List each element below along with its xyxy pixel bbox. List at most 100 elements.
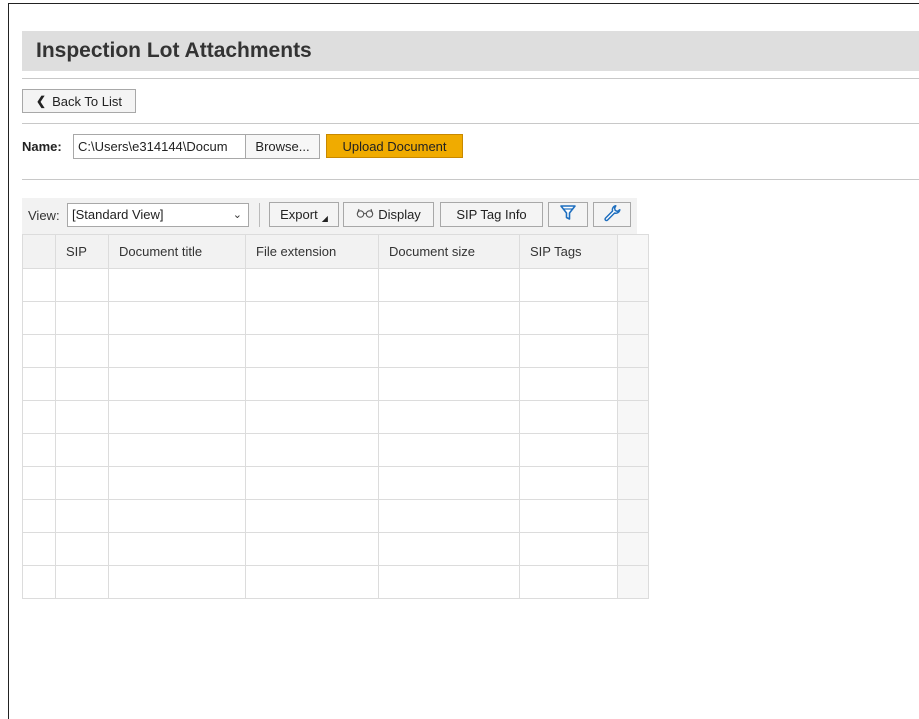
table-cell[interactable] <box>519 301 618 335</box>
table-cell[interactable] <box>55 268 109 302</box>
menu-arrow-icon: ◢ <box>321 214 328 223</box>
column-header-sip-tags[interactable]: SIP Tags <box>519 234 618 269</box>
table-row[interactable] <box>22 466 649 500</box>
table-row[interactable] <box>22 499 649 533</box>
export-button[interactable]: Export ◢ <box>269 202 339 227</box>
table-cell[interactable] <box>245 532 379 566</box>
table-cell[interactable] <box>55 532 109 566</box>
table-cell[interactable] <box>108 565 246 599</box>
table-cell[interactable] <box>55 466 109 500</box>
table-row[interactable] <box>22 532 649 566</box>
table-cell[interactable] <box>519 499 618 533</box>
view-select-value: [Standard View] <box>72 207 164 222</box>
table-cell[interactable] <box>55 499 109 533</box>
row-selector[interactable] <box>22 301 56 335</box>
row-selector[interactable] <box>22 466 56 500</box>
table-cell[interactable] <box>519 268 618 302</box>
table-cell[interactable] <box>245 499 379 533</box>
table-cell[interactable] <box>108 466 246 500</box>
table-cell[interactable] <box>245 565 379 599</box>
view-select[interactable]: [Standard View] ⌄ <box>67 203 249 227</box>
table-row[interactable] <box>22 334 649 368</box>
table-body <box>22 268 649 599</box>
table-row[interactable] <box>22 433 649 467</box>
table-cell[interactable] <box>108 433 246 467</box>
table-cell[interactable] <box>245 268 379 302</box>
page-title: Inspection Lot Attachments <box>36 39 312 62</box>
chevron-down-icon: ⌄ <box>232 209 242 221</box>
display-button[interactable]: Display <box>343 202 434 227</box>
table-row[interactable] <box>22 268 649 302</box>
table-cell[interactable] <box>519 565 618 599</box>
table-cell[interactable] <box>108 400 246 434</box>
row-selector[interactable] <box>22 433 56 467</box>
column-header-document-title[interactable]: Document title <box>108 234 246 269</box>
table-cell[interactable] <box>108 532 246 566</box>
table-cell[interactable] <box>519 400 618 434</box>
table-cell[interactable] <box>378 532 520 566</box>
table-cell[interactable] <box>245 466 379 500</box>
table-cell[interactable] <box>378 499 520 533</box>
sip-tag-info-button[interactable]: SIP Tag Info <box>440 202 543 227</box>
table-cell[interactable] <box>55 565 109 599</box>
table-cell[interactable] <box>378 433 520 467</box>
column-header-file-extension[interactable]: File extension <box>245 234 379 269</box>
table-cell[interactable] <box>108 268 246 302</box>
table-cell[interactable] <box>378 268 520 302</box>
column-header-document-size[interactable]: Document size <box>378 234 520 269</box>
table-cell[interactable] <box>108 334 246 368</box>
settings-button[interactable] <box>593 202 631 227</box>
attachments-table: SIP Document title File extension Docume… <box>22 234 649 599</box>
table-cell[interactable] <box>245 400 379 434</box>
table-cell[interactable] <box>378 334 520 368</box>
table-cell[interactable] <box>55 301 109 335</box>
table-cell[interactable] <box>519 433 618 467</box>
table-cell[interactable] <box>55 433 109 467</box>
table-filler-cell <box>617 466 649 500</box>
table-header-row: SIP Document title File extension Docume… <box>22 234 649 269</box>
file-path-input[interactable]: C:\Users\e314144\Docum <box>73 134 246 159</box>
table-cell[interactable] <box>55 367 109 401</box>
row-selector[interactable] <box>22 268 56 302</box>
table-cell[interactable] <box>108 499 246 533</box>
table-cell[interactable] <box>55 400 109 434</box>
table-cell[interactable] <box>245 301 379 335</box>
chevron-left-icon: ❮ <box>36 94 47 108</box>
back-to-list-label: Back To List <box>52 93 122 109</box>
table-cell[interactable] <box>519 334 618 368</box>
table-cell[interactable] <box>378 367 520 401</box>
table-row[interactable] <box>22 301 649 335</box>
table-cell[interactable] <box>519 367 618 401</box>
browse-button[interactable]: Browse... <box>245 134 320 159</box>
table-filler-column <box>617 234 649 269</box>
table-cell[interactable] <box>378 301 520 335</box>
table-cell[interactable] <box>519 532 618 566</box>
row-selector-header[interactable] <box>22 234 56 269</box>
name-label: Name: <box>22 139 62 154</box>
table-cell[interactable] <box>519 466 618 500</box>
row-selector[interactable] <box>22 400 56 434</box>
table-cell[interactable] <box>108 367 246 401</box>
row-selector[interactable] <box>22 367 56 401</box>
table-cell[interactable] <box>378 400 520 434</box>
table-row[interactable] <box>22 367 649 401</box>
upload-document-button[interactable]: Upload Document <box>326 134 463 158</box>
row-selector[interactable] <box>22 532 56 566</box>
back-to-list-button[interactable]: ❮ Back To List <box>22 89 136 113</box>
table-cell[interactable] <box>378 565 520 599</box>
table-row[interactable] <box>22 400 649 434</box>
table-cell[interactable] <box>378 466 520 500</box>
column-header-sip[interactable]: SIP <box>55 234 109 269</box>
table-filler-cell <box>617 301 649 335</box>
filter-button[interactable] <box>548 202 588 227</box>
table-cell[interactable] <box>55 334 109 368</box>
table-row[interactable] <box>22 565 649 599</box>
row-selector[interactable] <box>22 565 56 599</box>
export-label: Export <box>280 207 318 222</box>
table-cell[interactable] <box>245 367 379 401</box>
table-cell[interactable] <box>108 301 246 335</box>
table-cell[interactable] <box>245 334 379 368</box>
table-cell[interactable] <box>245 433 379 467</box>
row-selector[interactable] <box>22 334 56 368</box>
row-selector[interactable] <box>22 499 56 533</box>
